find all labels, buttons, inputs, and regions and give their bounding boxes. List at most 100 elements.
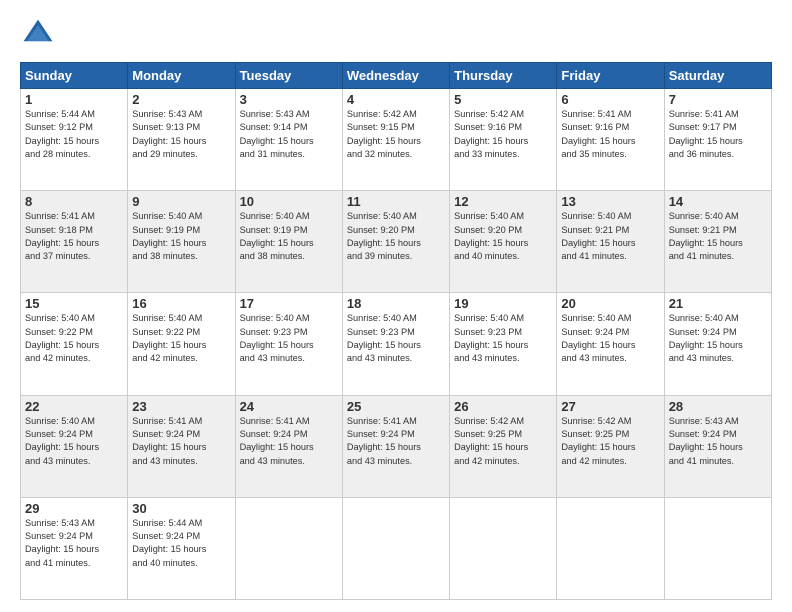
logo [20, 16, 62, 52]
day-info: Sunrise: 5:40 AM Sunset: 9:19 PM Dayligh… [132, 210, 230, 263]
calendar-week-2: 8Sunrise: 5:41 AM Sunset: 9:18 PM Daylig… [21, 191, 772, 293]
day-number: 10 [240, 194, 338, 209]
header [20, 16, 772, 52]
logo-icon [20, 16, 56, 52]
day-number: 27 [561, 399, 659, 414]
dow-header-monday: Monday [128, 63, 235, 89]
day-number: 19 [454, 296, 552, 311]
dow-header-wednesday: Wednesday [342, 63, 449, 89]
calendar-cell: 5Sunrise: 5:42 AM Sunset: 9:16 PM Daylig… [450, 89, 557, 191]
day-info: Sunrise: 5:40 AM Sunset: 9:23 PM Dayligh… [454, 312, 552, 365]
calendar-week-4: 22Sunrise: 5:40 AM Sunset: 9:24 PM Dayli… [21, 395, 772, 497]
dow-header-sunday: Sunday [21, 63, 128, 89]
page: SundayMondayTuesdayWednesdayThursdayFrid… [0, 0, 792, 612]
dow-header-thursday: Thursday [450, 63, 557, 89]
dow-header-saturday: Saturday [664, 63, 771, 89]
day-number: 11 [347, 194, 445, 209]
calendar-body: 1Sunrise: 5:44 AM Sunset: 9:12 PM Daylig… [21, 89, 772, 600]
day-number: 24 [240, 399, 338, 414]
day-number: 25 [347, 399, 445, 414]
calendar-cell: 13Sunrise: 5:40 AM Sunset: 9:21 PM Dayli… [557, 191, 664, 293]
calendar-cell [557, 497, 664, 599]
calendar-cell: 8Sunrise: 5:41 AM Sunset: 9:18 PM Daylig… [21, 191, 128, 293]
calendar-cell: 21Sunrise: 5:40 AM Sunset: 9:24 PM Dayli… [664, 293, 771, 395]
day-info: Sunrise: 5:40 AM Sunset: 9:22 PM Dayligh… [25, 312, 123, 365]
calendar-cell: 22Sunrise: 5:40 AM Sunset: 9:24 PM Dayli… [21, 395, 128, 497]
day-number: 20 [561, 296, 659, 311]
day-info: Sunrise: 5:41 AM Sunset: 9:24 PM Dayligh… [132, 415, 230, 468]
calendar-cell: 27Sunrise: 5:42 AM Sunset: 9:25 PM Dayli… [557, 395, 664, 497]
day-info: Sunrise: 5:41 AM Sunset: 9:17 PM Dayligh… [669, 108, 767, 161]
day-number: 22 [25, 399, 123, 414]
day-number: 18 [347, 296, 445, 311]
calendar-cell [664, 497, 771, 599]
day-number: 5 [454, 92, 552, 107]
calendar-week-1: 1Sunrise: 5:44 AM Sunset: 9:12 PM Daylig… [21, 89, 772, 191]
calendar-cell: 19Sunrise: 5:40 AM Sunset: 9:23 PM Dayli… [450, 293, 557, 395]
calendar-cell: 28Sunrise: 5:43 AM Sunset: 9:24 PM Dayli… [664, 395, 771, 497]
calendar-table: SundayMondayTuesdayWednesdayThursdayFrid… [20, 62, 772, 600]
dow-header-tuesday: Tuesday [235, 63, 342, 89]
calendar-week-3: 15Sunrise: 5:40 AM Sunset: 9:22 PM Dayli… [21, 293, 772, 395]
day-info: Sunrise: 5:41 AM Sunset: 9:16 PM Dayligh… [561, 108, 659, 161]
day-number: 8 [25, 194, 123, 209]
day-number: 21 [669, 296, 767, 311]
calendar-cell: 10Sunrise: 5:40 AM Sunset: 9:19 PM Dayli… [235, 191, 342, 293]
day-info: Sunrise: 5:40 AM Sunset: 9:20 PM Dayligh… [454, 210, 552, 263]
calendar-cell: 6Sunrise: 5:41 AM Sunset: 9:16 PM Daylig… [557, 89, 664, 191]
day-info: Sunrise: 5:40 AM Sunset: 9:20 PM Dayligh… [347, 210, 445, 263]
day-number: 1 [25, 92, 123, 107]
calendar-cell: 30Sunrise: 5:44 AM Sunset: 9:24 PM Dayli… [128, 497, 235, 599]
dow-header-friday: Friday [557, 63, 664, 89]
calendar-cell: 7Sunrise: 5:41 AM Sunset: 9:17 PM Daylig… [664, 89, 771, 191]
day-number: 7 [669, 92, 767, 107]
day-info: Sunrise: 5:42 AM Sunset: 9:15 PM Dayligh… [347, 108, 445, 161]
day-number: 13 [561, 194, 659, 209]
day-info: Sunrise: 5:40 AM Sunset: 9:21 PM Dayligh… [669, 210, 767, 263]
day-number: 28 [669, 399, 767, 414]
day-info: Sunrise: 5:44 AM Sunset: 9:24 PM Dayligh… [132, 517, 230, 570]
day-info: Sunrise: 5:43 AM Sunset: 9:24 PM Dayligh… [669, 415, 767, 468]
calendar-cell: 15Sunrise: 5:40 AM Sunset: 9:22 PM Dayli… [21, 293, 128, 395]
calendar-cell [450, 497, 557, 599]
day-number: 29 [25, 501, 123, 516]
calendar-cell: 2Sunrise: 5:43 AM Sunset: 9:13 PM Daylig… [128, 89, 235, 191]
day-number: 12 [454, 194, 552, 209]
day-info: Sunrise: 5:40 AM Sunset: 9:24 PM Dayligh… [25, 415, 123, 468]
calendar-cell: 3Sunrise: 5:43 AM Sunset: 9:14 PM Daylig… [235, 89, 342, 191]
day-info: Sunrise: 5:41 AM Sunset: 9:24 PM Dayligh… [240, 415, 338, 468]
day-number: 16 [132, 296, 230, 311]
day-number: 4 [347, 92, 445, 107]
calendar-cell: 16Sunrise: 5:40 AM Sunset: 9:22 PM Dayli… [128, 293, 235, 395]
day-number: 26 [454, 399, 552, 414]
day-info: Sunrise: 5:40 AM Sunset: 9:23 PM Dayligh… [240, 312, 338, 365]
day-info: Sunrise: 5:40 AM Sunset: 9:24 PM Dayligh… [561, 312, 659, 365]
day-info: Sunrise: 5:40 AM Sunset: 9:22 PM Dayligh… [132, 312, 230, 365]
days-of-week-row: SundayMondayTuesdayWednesdayThursdayFrid… [21, 63, 772, 89]
calendar-cell: 9Sunrise: 5:40 AM Sunset: 9:19 PM Daylig… [128, 191, 235, 293]
day-info: Sunrise: 5:42 AM Sunset: 9:16 PM Dayligh… [454, 108, 552, 161]
calendar-cell: 23Sunrise: 5:41 AM Sunset: 9:24 PM Dayli… [128, 395, 235, 497]
calendar-cell [235, 497, 342, 599]
day-number: 23 [132, 399, 230, 414]
calendar-cell: 12Sunrise: 5:40 AM Sunset: 9:20 PM Dayli… [450, 191, 557, 293]
day-number: 9 [132, 194, 230, 209]
calendar-cell: 18Sunrise: 5:40 AM Sunset: 9:23 PM Dayli… [342, 293, 449, 395]
day-info: Sunrise: 5:40 AM Sunset: 9:23 PM Dayligh… [347, 312, 445, 365]
day-number: 17 [240, 296, 338, 311]
day-info: Sunrise: 5:43 AM Sunset: 9:24 PM Dayligh… [25, 517, 123, 570]
day-info: Sunrise: 5:42 AM Sunset: 9:25 PM Dayligh… [561, 415, 659, 468]
day-number: 14 [669, 194, 767, 209]
day-number: 3 [240, 92, 338, 107]
day-info: Sunrise: 5:44 AM Sunset: 9:12 PM Dayligh… [25, 108, 123, 161]
calendar-cell [342, 497, 449, 599]
calendar-cell: 26Sunrise: 5:42 AM Sunset: 9:25 PM Dayli… [450, 395, 557, 497]
calendar-cell: 24Sunrise: 5:41 AM Sunset: 9:24 PM Dayli… [235, 395, 342, 497]
calendar-cell: 29Sunrise: 5:43 AM Sunset: 9:24 PM Dayli… [21, 497, 128, 599]
calendar-week-5: 29Sunrise: 5:43 AM Sunset: 9:24 PM Dayli… [21, 497, 772, 599]
calendar-cell: 17Sunrise: 5:40 AM Sunset: 9:23 PM Dayli… [235, 293, 342, 395]
calendar-cell: 1Sunrise: 5:44 AM Sunset: 9:12 PM Daylig… [21, 89, 128, 191]
calendar-cell: 11Sunrise: 5:40 AM Sunset: 9:20 PM Dayli… [342, 191, 449, 293]
calendar-cell: 14Sunrise: 5:40 AM Sunset: 9:21 PM Dayli… [664, 191, 771, 293]
calendar-cell: 20Sunrise: 5:40 AM Sunset: 9:24 PM Dayli… [557, 293, 664, 395]
